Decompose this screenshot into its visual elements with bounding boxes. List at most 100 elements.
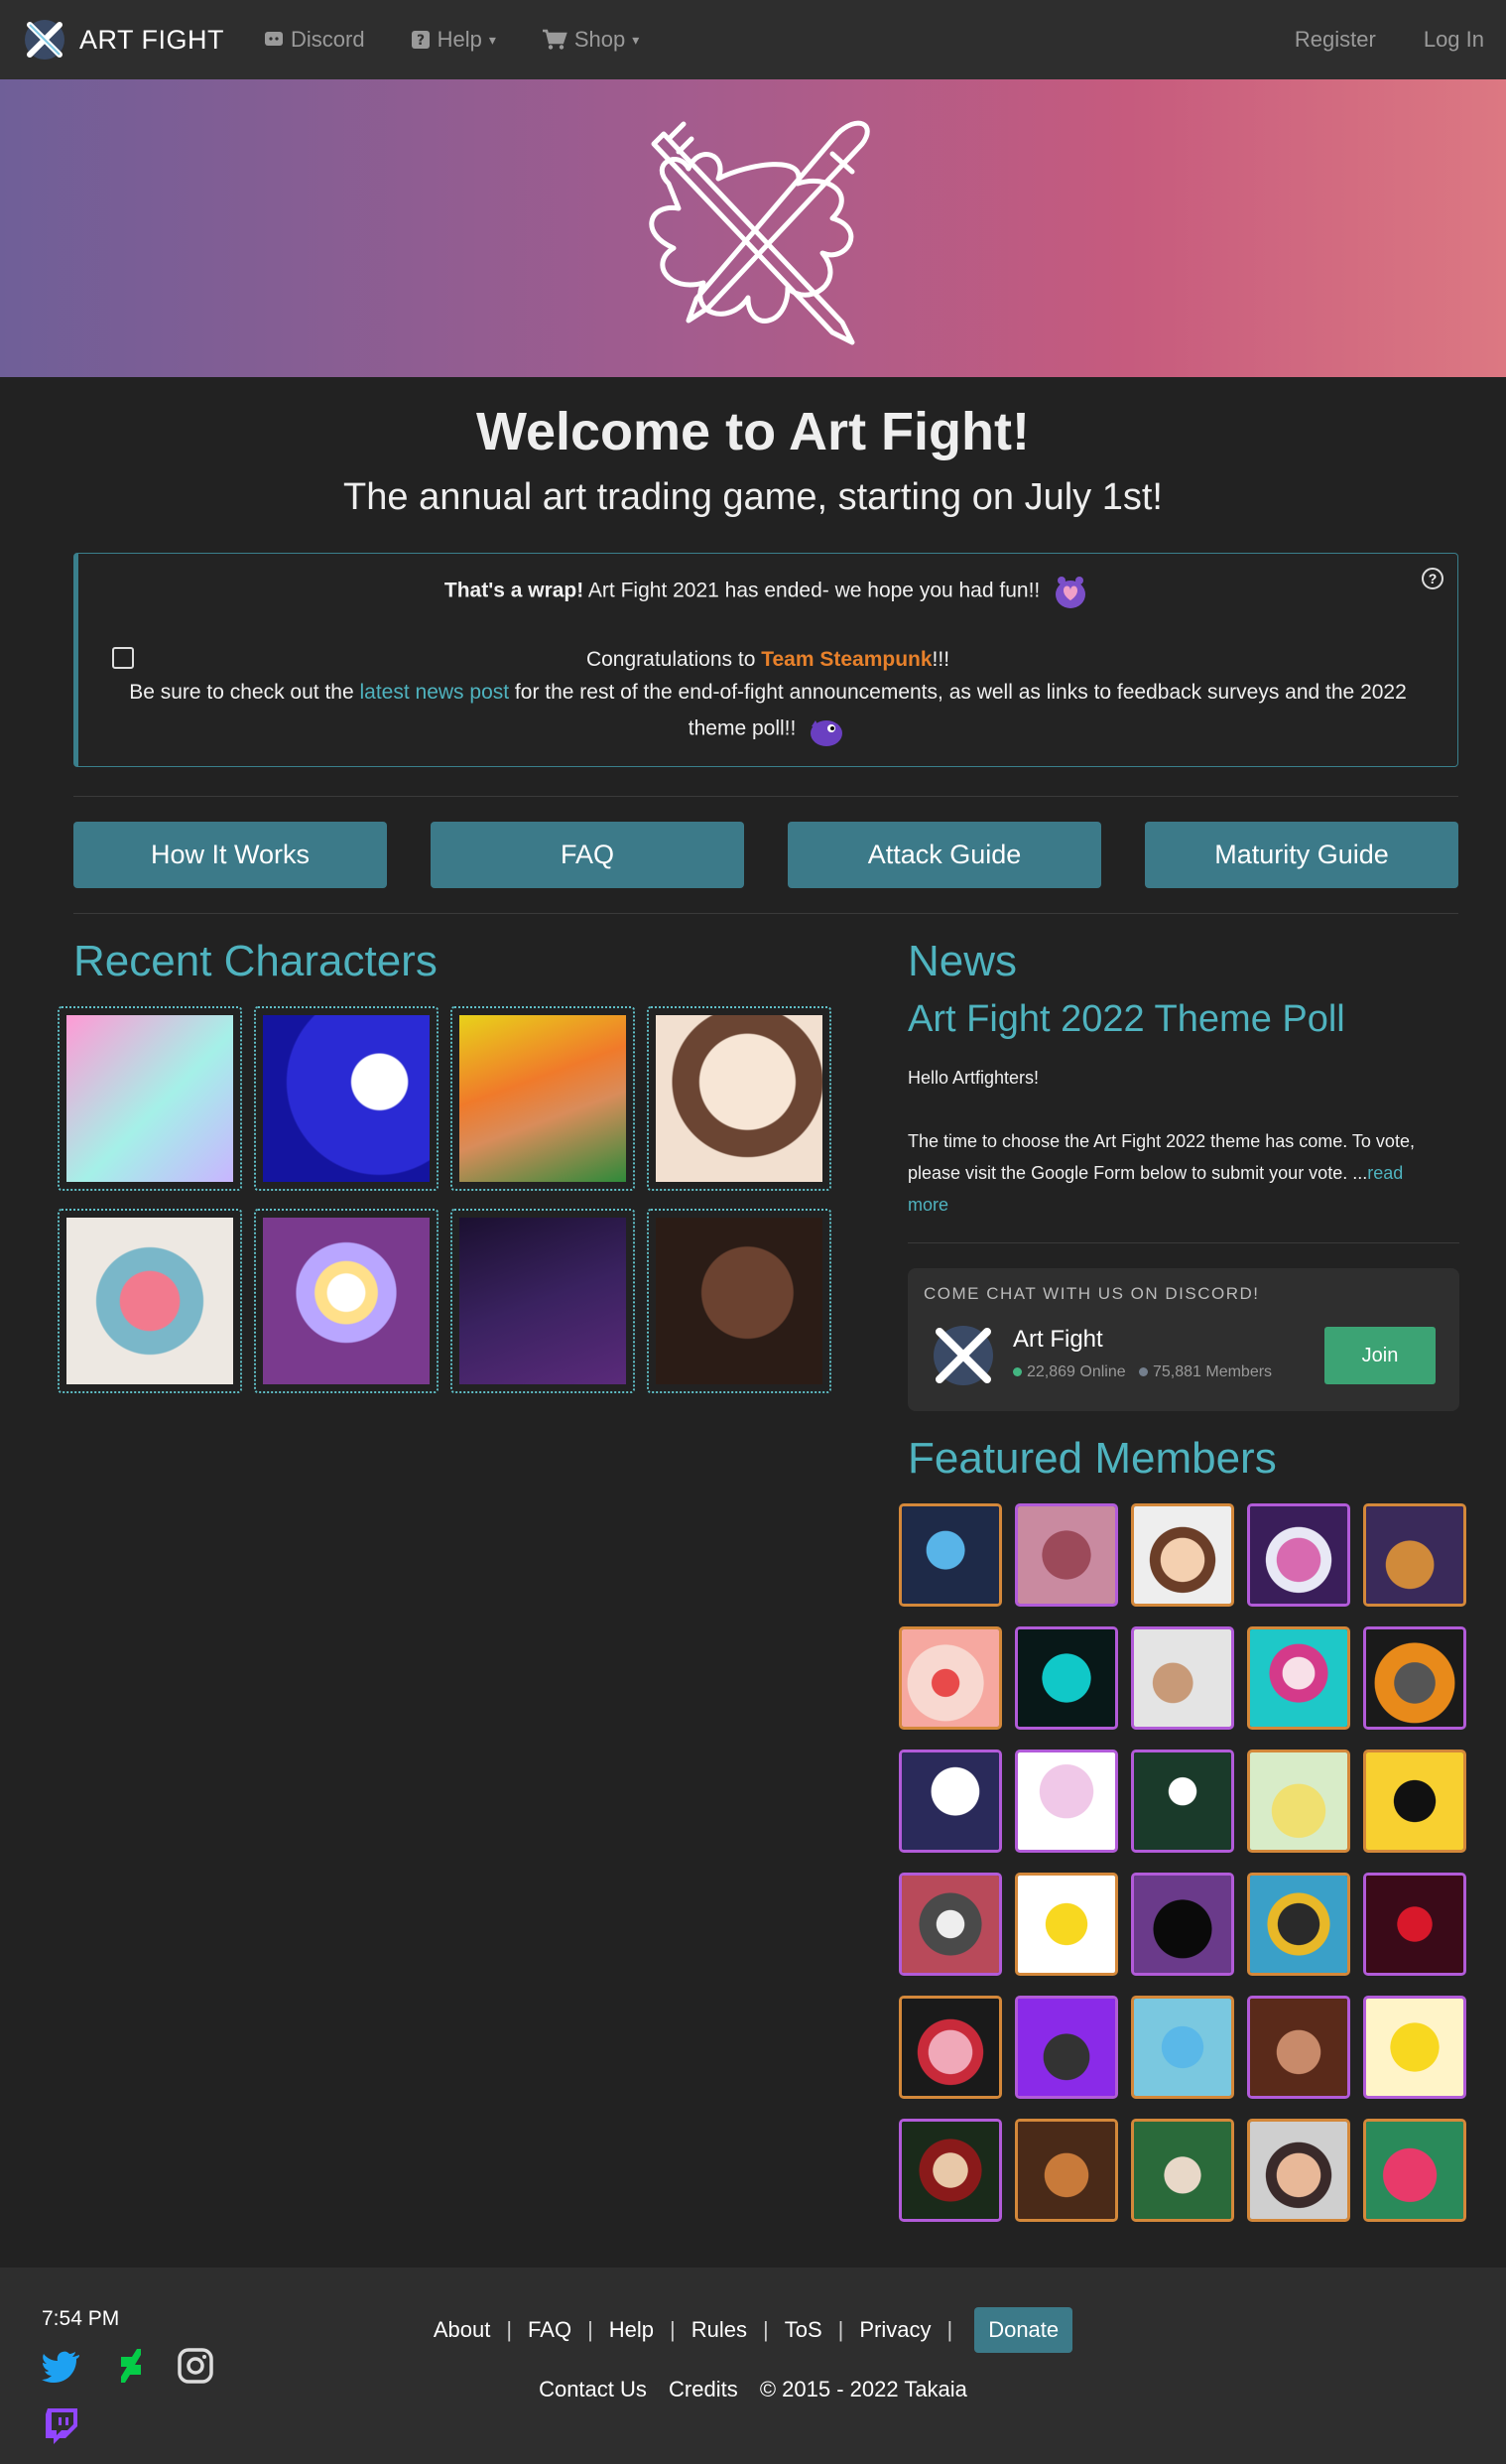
member-avatar[interactable] bbox=[899, 1626, 1002, 1730]
alert-line-news: Be sure to check out the latest news pos… bbox=[128, 676, 1408, 750]
alert-congrats-pre: Congratulations to bbox=[585, 648, 762, 671]
featured-members-heading: Featured Members bbox=[908, 1434, 1277, 1483]
character-thumbnail[interactable] bbox=[58, 1209, 242, 1393]
character-thumbnail[interactable] bbox=[647, 1006, 831, 1191]
member-avatar[interactable] bbox=[899, 1996, 1002, 2099]
member-avatar[interactable] bbox=[1131, 2119, 1234, 2222]
faq-button[interactable]: FAQ bbox=[431, 822, 744, 888]
latest-news-link[interactable]: latest news post bbox=[360, 681, 510, 704]
online-dot-icon bbox=[1013, 1367, 1022, 1376]
member-avatar[interactable] bbox=[1363, 1996, 1466, 2099]
member-avatar[interactable] bbox=[1247, 1750, 1350, 1853]
member-avatar[interactable] bbox=[1131, 1750, 1234, 1853]
discord-icon bbox=[265, 32, 284, 46]
member-avatar[interactable] bbox=[899, 1873, 1002, 1976]
divider bbox=[73, 796, 1458, 797]
discord-online-count: 22,869 Online bbox=[1027, 1363, 1126, 1380]
attack-guide-button[interactable]: Attack Guide bbox=[788, 822, 1101, 888]
separator: | bbox=[670, 2317, 676, 2342]
news-paragraph-text: The time to choose the Art Fight 2022 th… bbox=[908, 1131, 1415, 1183]
discord-join-button[interactable]: Join bbox=[1324, 1327, 1436, 1384]
divider bbox=[73, 913, 1458, 914]
member-avatar[interactable] bbox=[1015, 1750, 1118, 1853]
alert-news-pre: Be sure to check out the bbox=[129, 681, 360, 704]
maturity-guide-button[interactable]: Maturity Guide bbox=[1145, 822, 1458, 888]
brand-name: ART FIGHT bbox=[79, 24, 225, 55]
member-avatar[interactable] bbox=[1131, 1503, 1234, 1607]
character-thumbnail[interactable] bbox=[450, 1209, 635, 1393]
footer-link-privacy[interactable]: Privacy bbox=[859, 2317, 931, 2343]
separator: | bbox=[587, 2317, 593, 2342]
divider bbox=[908, 1242, 1459, 1243]
member-avatar[interactable] bbox=[1015, 2119, 1118, 2222]
character-thumbnail[interactable] bbox=[58, 1006, 242, 1191]
member-avatar[interactable] bbox=[1247, 1626, 1350, 1730]
recent-characters-heading: Recent Characters bbox=[73, 937, 438, 985]
alert-congrats-post: !!! bbox=[932, 648, 950, 671]
shopping-cart-icon bbox=[542, 29, 567, 50]
donate-button[interactable]: Donate bbox=[974, 2307, 1073, 2353]
member-avatar[interactable] bbox=[1363, 1873, 1466, 1976]
character-thumbnail[interactable] bbox=[647, 1209, 831, 1393]
chevron-down-icon: ▾ bbox=[632, 31, 640, 48]
separator: | bbox=[763, 2317, 769, 2342]
footer-link-tos[interactable]: ToS bbox=[785, 2317, 822, 2343]
member-avatar[interactable] bbox=[899, 1503, 1002, 1607]
footer-link-help[interactable]: Help bbox=[609, 2317, 654, 2343]
member-avatar[interactable] bbox=[1363, 1503, 1466, 1607]
heart-creature-emoji-icon bbox=[1056, 577, 1086, 608]
member-avatar[interactable] bbox=[1131, 1996, 1234, 2099]
chevron-down-icon: ▾ bbox=[488, 31, 496, 48]
news-article-title[interactable]: Art Fight 2022 Theme Poll bbox=[908, 998, 1345, 1041]
character-thumbnail[interactable] bbox=[254, 1209, 439, 1393]
character-thumbnail[interactable] bbox=[450, 1006, 635, 1191]
alert-wrap-bold: That's a wrap! bbox=[443, 579, 584, 602]
nav-help[interactable]: ? Help ▾ bbox=[411, 27, 496, 53]
team-steampunk-link[interactable]: Team Steampunk bbox=[761, 648, 932, 671]
separator: | bbox=[506, 2317, 513, 2342]
news-heading: News bbox=[908, 937, 1018, 985]
discord-widget-header: COME CHAT WITH US ON DISCORD! bbox=[924, 1284, 1260, 1303]
discord-stats: 22,869 Online 75,881 Members bbox=[1013, 1363, 1272, 1381]
member-avatar[interactable] bbox=[1015, 1873, 1118, 1976]
news-greeting: Hello Artfighters! bbox=[908, 1068, 1040, 1088]
alert-news-post: for the rest of the end-of-fight announc… bbox=[509, 681, 1407, 740]
member-avatar[interactable] bbox=[899, 1750, 1002, 1853]
footer-link-about[interactable]: About bbox=[434, 2317, 491, 2343]
nav-shop[interactable]: Shop ▾ bbox=[542, 27, 639, 53]
twitch-icon[interactable] bbox=[42, 2404, 83, 2446]
member-avatar[interactable] bbox=[1015, 1626, 1118, 1730]
character-thumbnail[interactable] bbox=[254, 1006, 439, 1191]
news-article-body: Hello Artfighters! The time to choose th… bbox=[908, 1062, 1443, 1221]
footer-secondary: Contact Us Credits © 2015 - 2022 Takaia bbox=[0, 2377, 1506, 2402]
member-avatar[interactable] bbox=[1247, 1996, 1350, 2099]
brand-link[interactable]: ART FIGHT bbox=[22, 17, 224, 63]
nav-shop-label: Shop bbox=[573, 27, 626, 52]
member-avatar[interactable] bbox=[1363, 1750, 1466, 1853]
footer-link-rules[interactable]: Rules bbox=[691, 2317, 747, 2343]
announcement-alert: ? That's a wrap! Art Fight 2021 has ende… bbox=[73, 553, 1458, 767]
member-avatar[interactable] bbox=[1363, 1626, 1466, 1730]
member-avatar[interactable] bbox=[899, 2119, 1002, 2222]
member-avatar[interactable] bbox=[1247, 2119, 1350, 2222]
member-avatar[interactable] bbox=[1247, 1503, 1350, 1607]
svg-text:?: ? bbox=[417, 33, 425, 49]
member-avatar[interactable] bbox=[1131, 1626, 1234, 1730]
nav-register[interactable]: Register bbox=[1295, 27, 1376, 53]
footer-link-faq[interactable]: FAQ bbox=[528, 2317, 571, 2343]
footer-link-credits[interactable]: Credits bbox=[669, 2377, 738, 2401]
page-title: Welcome to Art Fight! bbox=[476, 402, 1030, 461]
member-avatar[interactable] bbox=[1247, 1873, 1350, 1976]
nav-login[interactable]: Log In bbox=[1424, 27, 1484, 53]
how-it-works-button[interactable]: How It Works bbox=[73, 822, 387, 888]
discord-server-name: Art Fight bbox=[1013, 1326, 1103, 1353]
member-avatar[interactable] bbox=[1015, 1996, 1118, 2099]
members-dot-icon bbox=[1138, 1367, 1148, 1376]
separator: | bbox=[837, 2317, 844, 2342]
member-avatar[interactable] bbox=[1015, 1503, 1118, 1607]
nav-discord[interactable]: Discord bbox=[264, 27, 365, 53]
member-avatar[interactable] bbox=[1131, 1873, 1234, 1976]
footer-link-contact[interactable]: Contact Us bbox=[539, 2377, 647, 2401]
discord-widget: COME CHAT WITH US ON DISCORD! Art Fight … bbox=[908, 1268, 1459, 1411]
member-avatar[interactable] bbox=[1363, 2119, 1466, 2222]
